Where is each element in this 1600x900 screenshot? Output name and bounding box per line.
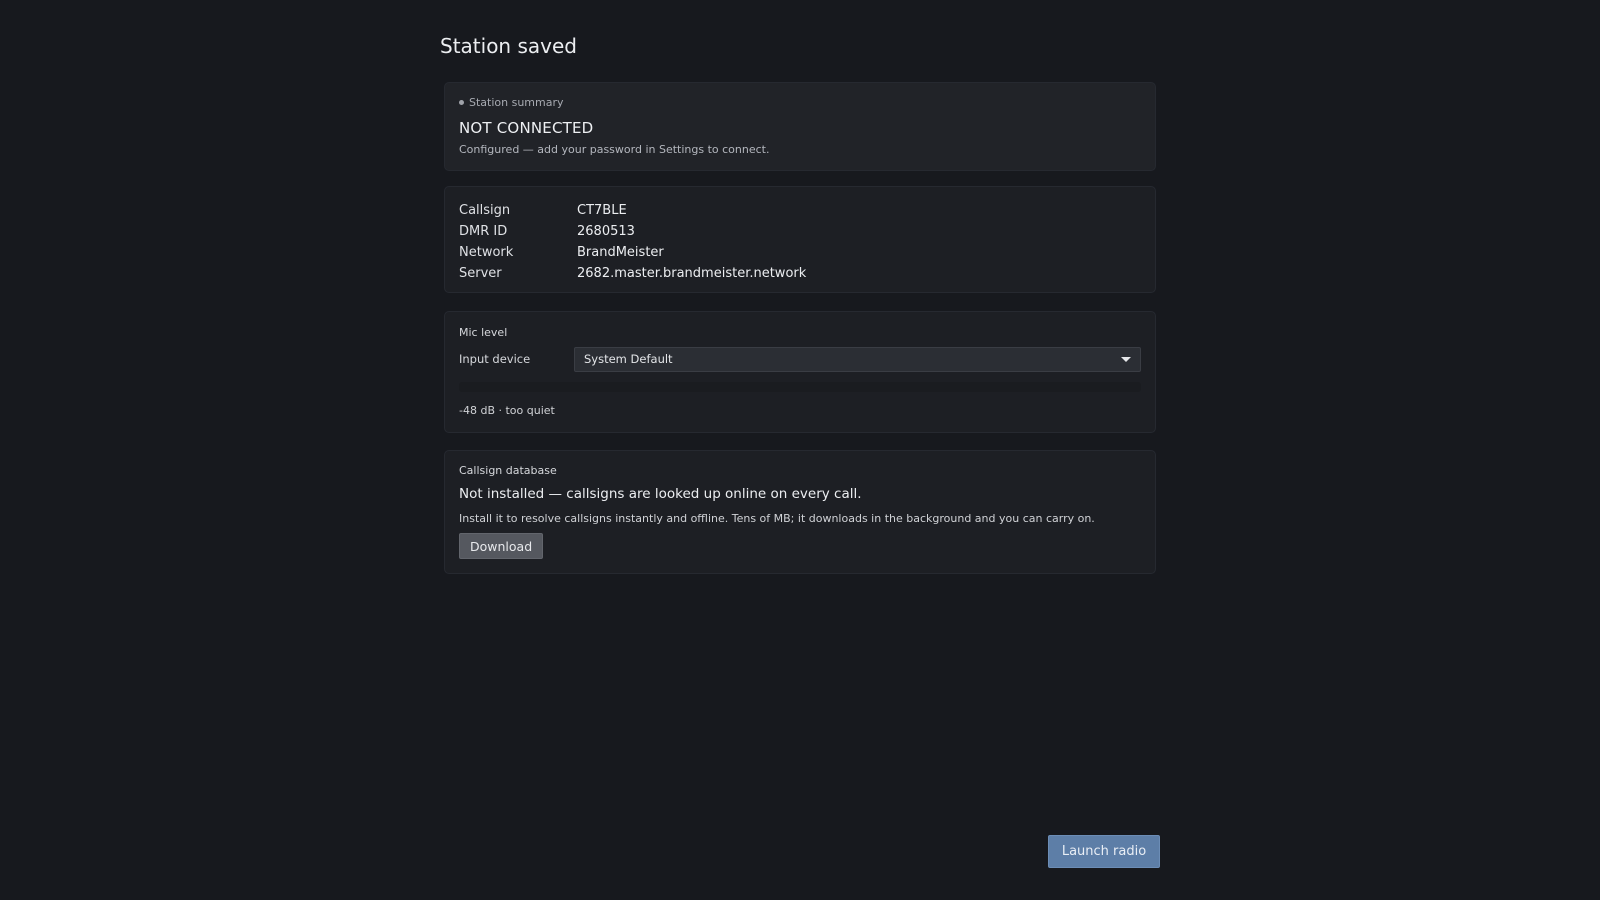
download-button[interactable]: Download	[459, 533, 544, 559]
mic-section-label: Mic level	[459, 326, 508, 339]
detail-key: Network	[459, 245, 514, 260]
connection-hint: Configured — add your password in Settin…	[459, 143, 770, 156]
chevron-down-icon	[1121, 357, 1131, 362]
input-device-select[interactable]: System Default	[574, 347, 1141, 372]
summary-eyebrow-label: Station summary	[469, 96, 564, 109]
detail-row-server: Server 2682.master.brandmeister.network	[459, 263, 806, 284]
status-dot-icon	[459, 100, 464, 105]
detail-value: 2682.master.brandmeister.network	[577, 266, 807, 281]
callsign-db-status: Not installed — callsigns are looked up …	[459, 486, 862, 502]
station-summary-card: Station summary NOT CONNECTED Configured…	[444, 82, 1156, 171]
page-title: Station saved	[440, 34, 577, 58]
mic-level-readout: -48 dB · too quiet	[459, 404, 555, 417]
mic-level-meter	[459, 382, 1141, 392]
launch-radio-button[interactable]: Launch radio	[1048, 835, 1160, 868]
detail-row-callsign: Callsign CT7BLE	[459, 200, 806, 221]
callsign-db-description: Install it to resolve callsigns instantl…	[459, 512, 1095, 525]
detail-value: CT7BLE	[577, 203, 627, 218]
station-saved-page: Station saved Station summary NOT CONNEC…	[440, 34, 1156, 574]
input-device-value: System Default	[584, 352, 673, 366]
callsign-db-section-label: Callsign database	[459, 464, 557, 477]
detail-value: BrandMeister	[577, 245, 664, 260]
detail-key: Server	[459, 266, 502, 281]
mic-level-card: Mic level Input device System Default -4…	[444, 311, 1156, 433]
input-device-label: Input device	[459, 352, 531, 366]
detail-row-network: Network BrandMeister	[459, 242, 806, 263]
detail-key: DMR ID	[459, 224, 508, 239]
summary-eyebrow: Station summary	[459, 96, 564, 109]
callsign-database-card: Callsign database Not installed — callsi…	[444, 450, 1156, 574]
detail-value: 2680513	[577, 224, 635, 239]
station-details-list: Callsign CT7BLE DMR ID 2680513 Network B…	[459, 200, 806, 284]
station-details-card: Callsign CT7BLE DMR ID 2680513 Network B…	[444, 186, 1156, 293]
detail-key: Callsign	[459, 203, 511, 218]
detail-row-dmr-id: DMR ID 2680513	[459, 221, 806, 242]
connection-status: NOT CONNECTED	[459, 119, 594, 137]
